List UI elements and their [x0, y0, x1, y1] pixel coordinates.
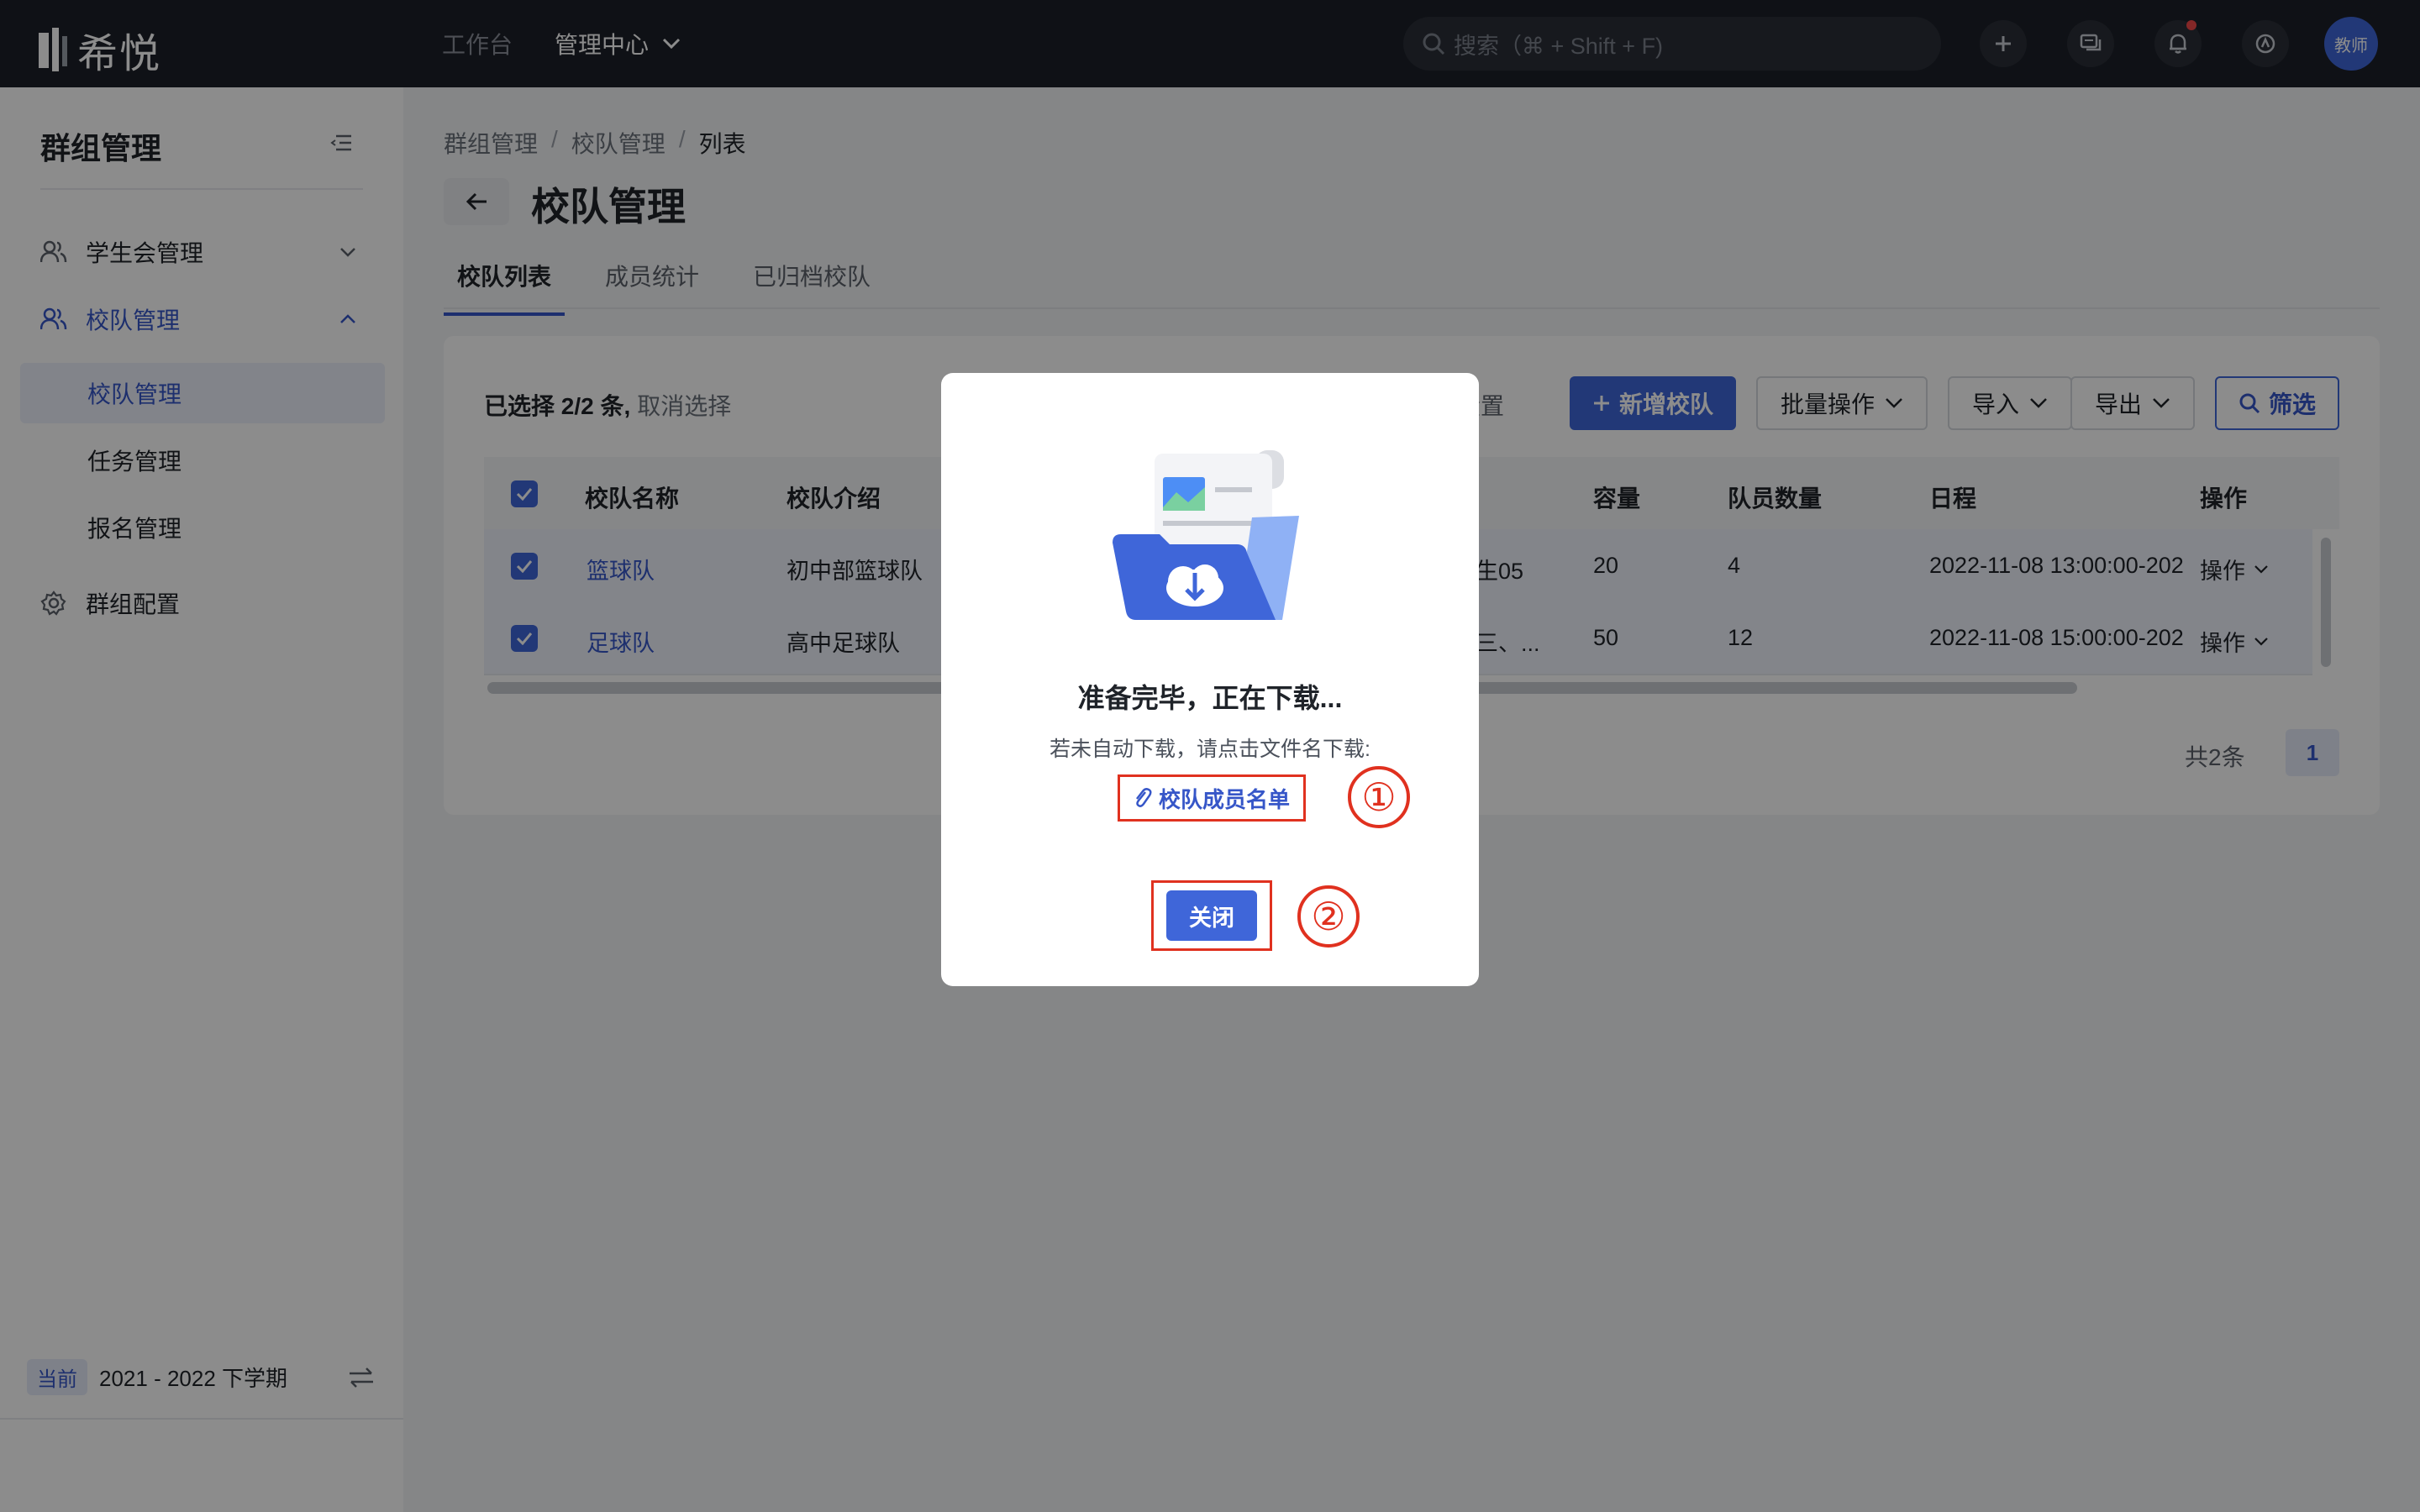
close-button[interactable]: 关闭: [1166, 890, 1257, 941]
annotation-marker-1: ①: [1348, 766, 1410, 828]
modal-description: 若未自动下载，请点击文件名下载:: [1050, 738, 1370, 761]
close-button-highlight: 关闭: [1151, 880, 1272, 951]
download-file-name: 校队成员名单: [1158, 786, 1290, 812]
modal-title: 准备完毕，正在下载...: [1077, 683, 1343, 713]
close-button-label: 关闭: [1189, 905, 1234, 931]
paperclip-icon: [1135, 788, 1152, 807]
download-folder-icon: [1113, 450, 1299, 620]
annotation-marker-2: ②: [1297, 885, 1360, 948]
download-file-link[interactable]: 校队成员名单: [1118, 774, 1306, 822]
download-modal: 准备完毕，正在下载... 若未自动下载，请点击文件名下载: 校队成员名单 ① 关…: [941, 373, 1479, 986]
